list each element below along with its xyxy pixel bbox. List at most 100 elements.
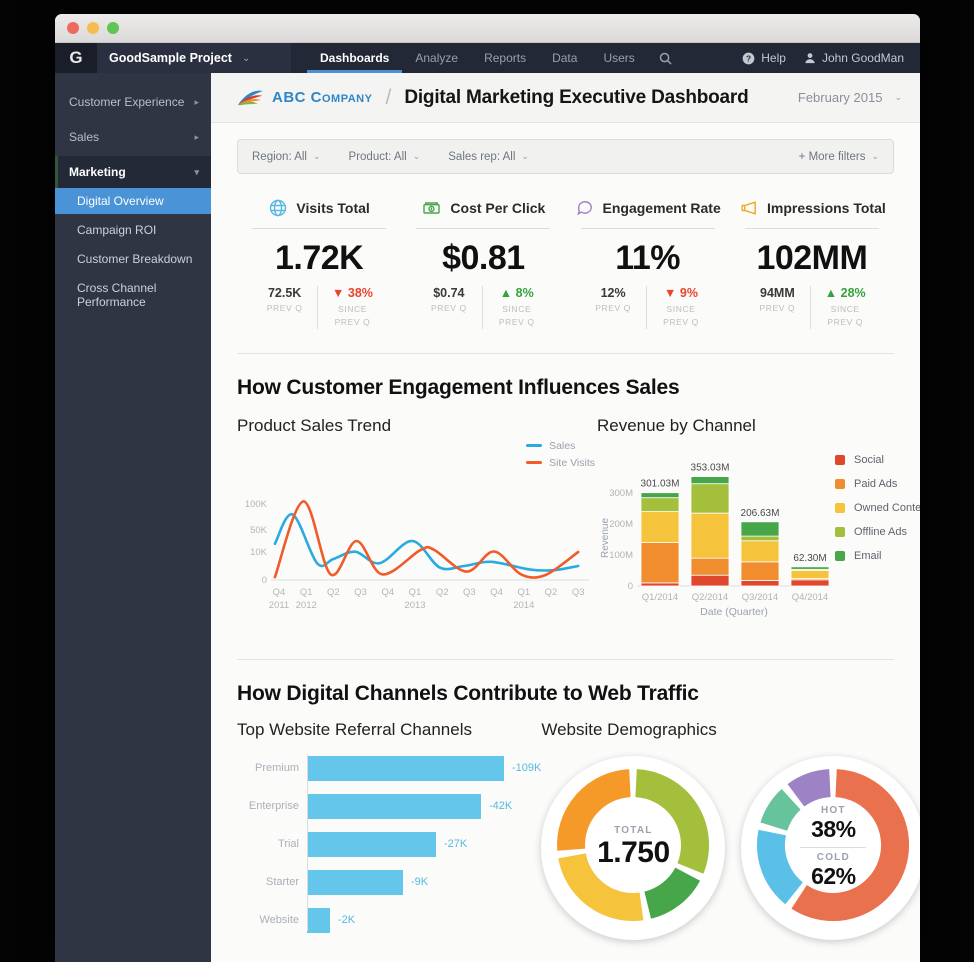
- nav-reports[interactable]: Reports: [471, 43, 539, 73]
- chevron-down-icon: ⌄: [521, 151, 529, 162]
- kpi-delta: ▼ 9%: [660, 286, 702, 300]
- svg-text:Q3: Q3: [572, 587, 585, 598]
- bar-value: -27K: [444, 838, 467, 850]
- period-selector[interactable]: February 2015 ⌄: [798, 90, 902, 105]
- minimize-window-button[interactable]: [87, 22, 99, 34]
- sidebar-item-marketing[interactable]: Marketing ▾: [55, 156, 211, 188]
- company-logo: [237, 87, 264, 108]
- bar-label: Trial: [237, 838, 307, 850]
- nav-users[interactable]: Users: [590, 43, 647, 73]
- svg-text:Q4: Q4: [273, 587, 286, 598]
- period-label: February 2015: [798, 90, 883, 105]
- project-selector[interactable]: GoodSample Project ⌄: [97, 43, 291, 73]
- region-filter[interactable]: Region: All⌄: [252, 151, 321, 163]
- product-filter[interactable]: Product: All⌄: [349, 151, 421, 163]
- legend-item: Owned Content: [835, 502, 920, 514]
- svg-text:Q1: Q1: [517, 587, 530, 598]
- svg-text:2012: 2012: [296, 600, 317, 611]
- nav-analyze[interactable]: Analyze: [402, 43, 471, 73]
- hot-cold-donut-chart: HOT 38% COLD 62%: [741, 756, 920, 940]
- kpi-value: 102MM: [756, 239, 867, 278]
- revenue-by-channel-chart: Revenue by Channel 0100M200M300M301.03MQ…: [597, 414, 920, 635]
- chevron-right-icon: ▸: [194, 132, 199, 143]
- chevron-down-icon: ⌄: [313, 151, 321, 162]
- section-divider: [237, 353, 894, 354]
- sidebar-item-customer-breakdown[interactable]: Customer Breakdown: [55, 246, 211, 272]
- bar-label: Premium: [237, 762, 307, 774]
- bar-label: Enterprise: [237, 800, 307, 812]
- chevron-down-icon: ⌄: [871, 151, 879, 162]
- svg-text:2013: 2013: [404, 600, 425, 611]
- sales-rep-filter[interactable]: Sales rep: All⌄: [448, 151, 529, 163]
- svg-text:Q2: Q2: [545, 587, 558, 598]
- user-name: John GoodMan: [822, 51, 904, 65]
- referral-bar-row: Trial -27K: [307, 832, 541, 857]
- legend-item: Site Visits: [526, 457, 595, 469]
- svg-text:Q1/2014: Q1/2014: [642, 592, 678, 603]
- bar: [307, 756, 504, 781]
- svg-text:50K: 50K: [250, 525, 268, 536]
- svg-text:Q3: Q3: [354, 587, 367, 598]
- svg-text:Q2: Q2: [327, 587, 340, 598]
- dashboard-content: Region: All⌄ Product: All⌄ Sales rep: Al…: [211, 123, 920, 962]
- help-icon: ?: [742, 52, 755, 65]
- search-icon[interactable]: [648, 43, 683, 73]
- sidebar-item-sales[interactable]: Sales ▸: [55, 121, 211, 153]
- navbar-right: ? Help John GoodMan: [742, 43, 920, 73]
- breadcrumb-separator: /: [385, 86, 391, 110]
- sidebar-item-cross-channel-performance[interactable]: Cross Channel Performance: [55, 275, 211, 315]
- help-button[interactable]: ? Help: [742, 51, 786, 65]
- bar-value: -2K: [338, 914, 355, 926]
- kpi-label: Cost Per Click: [450, 200, 545, 216]
- legend-item: Sales: [526, 440, 595, 452]
- kpi-cost-per-click: Cost Per Click $0.81 $0.74PREV Q ▲ 8%SIN…: [401, 198, 565, 329]
- page-title: Digital Marketing Executive Dashboard: [404, 87, 748, 109]
- project-name: GoodSample Project: [109, 51, 232, 65]
- chat-icon: [575, 198, 595, 218]
- bar: [307, 908, 330, 933]
- charts-row-2: Top Website Referral Channels Premium -1…: [237, 720, 894, 946]
- nav-data[interactable]: Data: [539, 43, 590, 73]
- svg-text:100K: 100K: [245, 499, 268, 510]
- legend-item: Email: [835, 550, 920, 562]
- app-logo[interactable]: G: [55, 43, 97, 73]
- website-demographics-chart: Website Demographics TOTAL 1.750: [541, 720, 920, 946]
- sidebar-item-customer-experience[interactable]: Customer Experience ▸: [55, 86, 211, 118]
- app-window: G GoodSample Project ⌄ Dashboards Analyz…: [55, 14, 920, 962]
- bar-label: Starter: [237, 876, 307, 888]
- svg-text:Q4: Q4: [490, 587, 503, 598]
- svg-text:Date (Quarter): Date (Quarter): [700, 606, 768, 618]
- section-title-web-traffic: How Digital Channels Contribute to Web T…: [237, 682, 894, 706]
- referral-bar-row: Premium -109K: [307, 756, 541, 781]
- total-donut-chart: TOTAL 1.750: [541, 756, 725, 940]
- bar-value: -42K: [489, 800, 512, 812]
- svg-text:Q2: Q2: [436, 587, 449, 598]
- kpi-delta: ▲ 28%: [824, 286, 866, 300]
- top-navbar: G GoodSample Project ⌄ Dashboards Analyz…: [55, 43, 920, 73]
- section-title-engagement: How Customer Engagement Influences Sales: [237, 376, 894, 400]
- line-chart-legend: Sales Site Visits: [526, 440, 595, 469]
- svg-text:Q2/2014: Q2/2014: [692, 592, 728, 603]
- zoom-window-button[interactable]: [107, 22, 119, 34]
- kpi-delta: ▲ 8%: [496, 286, 538, 300]
- kpi-impressions-total: Impressions Total 102MM 94MMPREV Q ▲ 28%…: [730, 198, 894, 329]
- stacked-bar-chart: 0100M200M300M301.03MQ1/2014353.03MQ2/201…: [597, 438, 835, 635]
- main-nav: Dashboards Analyze Reports Data Users: [307, 43, 683, 73]
- kpi-row: Visits Total 1.72K 72.5KPREV Q ▼ 38%SINC…: [237, 198, 894, 329]
- bar-label: Website: [237, 914, 307, 926]
- user-icon: [804, 52, 816, 64]
- legend-item: Offline Ads: [835, 526, 920, 538]
- more-filters-button[interactable]: + More filters⌄: [799, 151, 879, 163]
- sidebar-item-campaign-roi[interactable]: Campaign ROI: [55, 217, 211, 243]
- kpi-value: 1.72K: [275, 239, 363, 278]
- svg-text:0: 0: [262, 575, 267, 586]
- sidebar-item-digital-overview[interactable]: Digital Overview: [55, 188, 211, 214]
- user-menu[interactable]: John GoodMan: [804, 51, 904, 65]
- chevron-down-icon: ⌄: [413, 151, 421, 162]
- svg-text:100M: 100M: [609, 550, 633, 561]
- horizontal-bar-chart: Premium -109K Enterprise -42K Trial -27K…: [237, 756, 541, 933]
- close-window-button[interactable]: [67, 22, 79, 34]
- nav-dashboards[interactable]: Dashboards: [307, 43, 402, 73]
- chevron-down-icon: ▾: [194, 167, 199, 178]
- svg-text:62.30M: 62.30M: [793, 552, 826, 563]
